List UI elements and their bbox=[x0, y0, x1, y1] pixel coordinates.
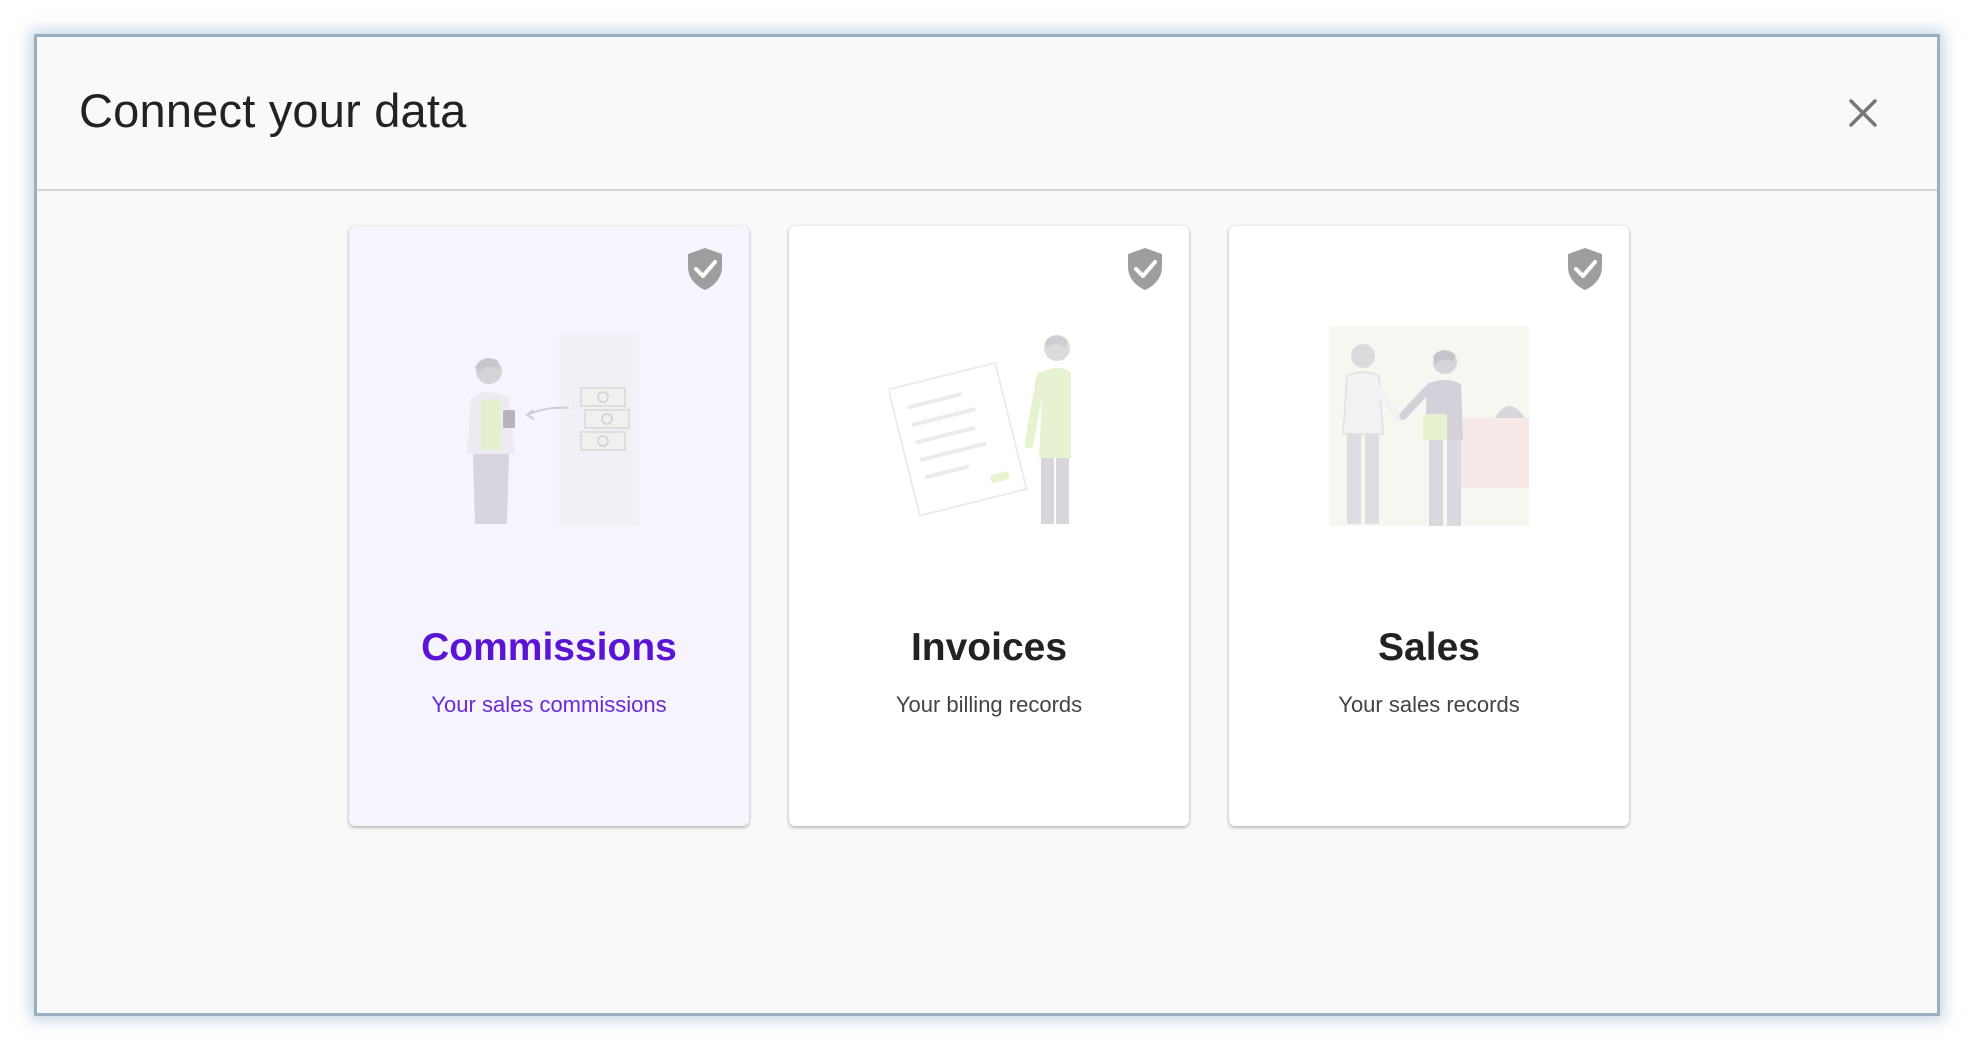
close-button[interactable] bbox=[1841, 91, 1885, 135]
card-title: Sales bbox=[1378, 626, 1480, 669]
card-description: Your billing records bbox=[895, 692, 1083, 717]
commissions-illustration bbox=[467, 332, 639, 526]
card-title: Commissions bbox=[421, 626, 677, 669]
invoices-illustration bbox=[889, 335, 1071, 524]
card-description: Your sales commissions bbox=[431, 692, 667, 717]
dialog-title: Connect your data bbox=[79, 84, 467, 137]
card-sales[interactable]: Sales Your sales records bbox=[1229, 226, 1629, 826]
card-description: Your sales records bbox=[1338, 692, 1520, 717]
data-source-cards: Commissions Your sales commissions Invoi… bbox=[349, 226, 1631, 826]
card-commissions[interactable]: Commissions Your sales commissions bbox=[349, 226, 749, 826]
shield-check-icon bbox=[1568, 248, 1602, 290]
card-title: Invoices bbox=[910, 626, 1068, 669]
sales-illustration bbox=[1329, 326, 1529, 526]
dialog-header: Connect your data bbox=[37, 37, 1937, 191]
close-icon bbox=[1849, 99, 1877, 127]
card-invoices[interactable]: Invoices Your billing records bbox=[789, 226, 1189, 826]
connect-data-dialog: Connect your data Commissions Your sales… bbox=[34, 34, 1940, 1016]
shield-check-icon bbox=[688, 248, 722, 290]
shield-check-icon bbox=[1128, 248, 1162, 290]
